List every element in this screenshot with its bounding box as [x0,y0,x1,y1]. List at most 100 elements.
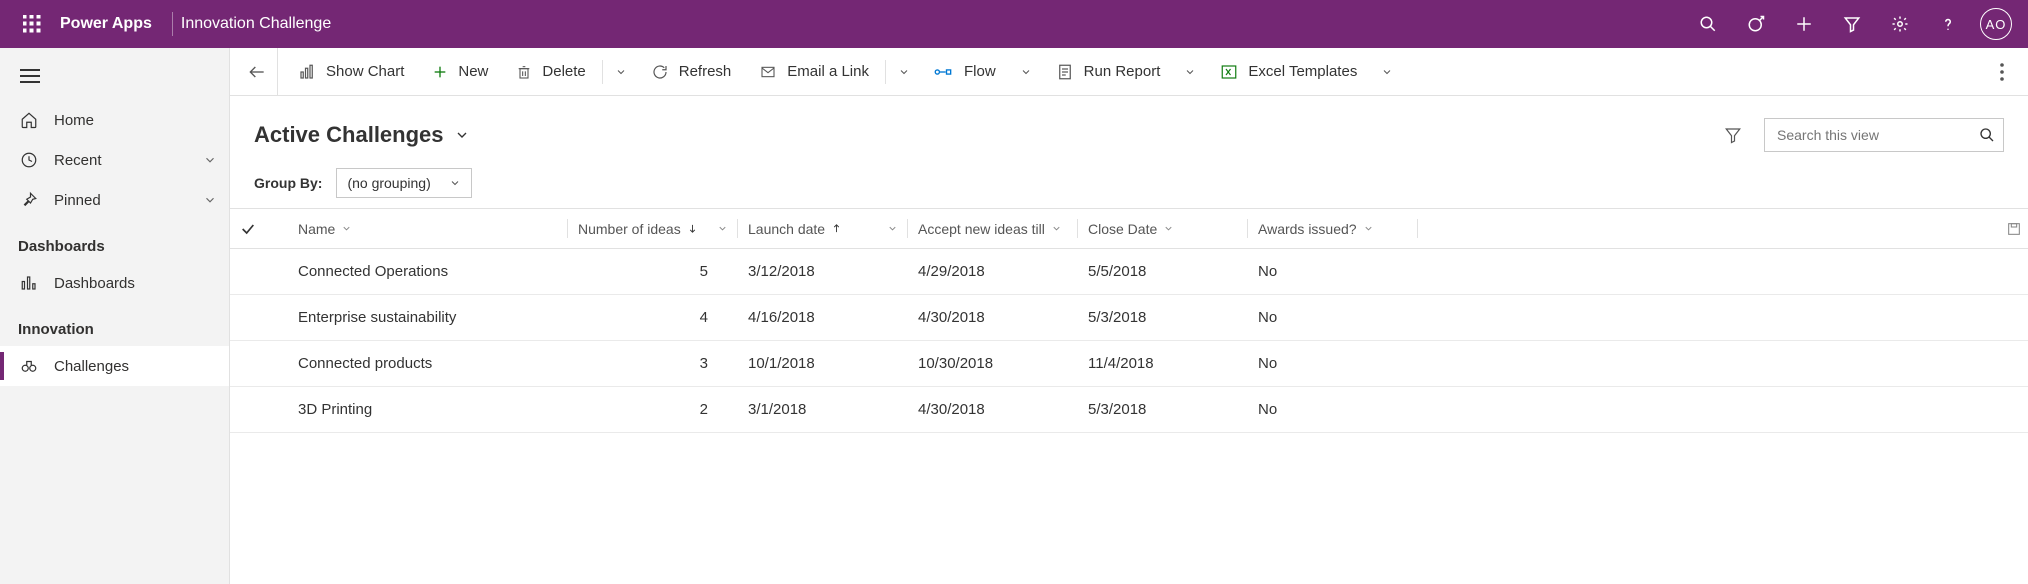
help-icon [1939,15,1957,33]
filter-button[interactable] [1828,0,1876,48]
sidebar-section-innovation: Innovation [0,303,229,346]
email-dropdown[interactable] [888,48,920,96]
check-icon [240,221,256,237]
email-link-button[interactable]: Email a Link [745,48,883,96]
table-row[interactable]: Enterprise sustainability44/16/20184/30/… [230,295,2028,341]
more-vertical-icon [2000,63,2004,81]
table-row[interactable]: Connected Operations53/12/20184/29/20185… [230,249,2028,295]
top-header: Power Apps Innovation Challenge AO [0,0,2028,48]
search-submit[interactable] [1979,127,1995,143]
add-button[interactable] [1780,0,1828,48]
cell-spacer [1418,387,2028,433]
delete-button[interactable]: Delete [502,48,599,96]
column-header-accept[interactable]: Accept new ideas till [908,209,1078,249]
sidebar-item-dashboards[interactable]: Dashboards [0,263,229,303]
table-row[interactable]: Connected products310/1/201810/30/201811… [230,341,2028,387]
cell-ideas: 4 [568,295,738,341]
cell-launch: 3/12/2018 [738,249,908,295]
row-selector[interactable] [230,341,278,387]
column-header-name[interactable]: Name [278,209,568,249]
excel-templates-button[interactable]: Excel Templates [1206,48,1371,96]
separator [602,60,603,84]
flow-dropdown[interactable] [1010,48,1042,96]
column-chooser-button[interactable] [2006,221,2022,237]
column-header-ideas[interactable]: Number of ideas [568,209,738,249]
home-icon [20,111,44,129]
cell-launch: 4/16/2018 [738,295,908,341]
command-bar: Show Chart New Delete Refresh Email a Li… [230,48,2028,96]
search-icon [1699,15,1717,33]
sidebar-item-challenges[interactable]: Challenges [0,346,229,386]
cell-ideas: 5 [568,249,738,295]
excel-icon [1220,63,1238,81]
chart-icon [298,63,316,81]
breadcrumb: Innovation Challenge [181,15,331,33]
sidebar-item-home[interactable]: Home [0,100,229,140]
search-this-view[interactable] [1764,118,2004,152]
row-selector[interactable] [230,249,278,295]
sort-desc-icon [687,223,698,234]
search-input[interactable] [1777,127,1979,143]
cell-name: Enterprise sustainability [278,295,568,341]
column-label: Number of ideas [578,221,681,237]
chevron-down-icon [454,127,470,143]
data-grid: Name Number of ideas [230,208,2028,584]
column-label: Awards issued? [1258,221,1357,237]
chevron-down-icon [341,223,352,234]
funnel-icon [1843,15,1861,33]
chevron-down-icon [1163,223,1174,234]
delete-dropdown[interactable] [605,48,637,96]
waffle-icon [23,15,41,33]
plus-icon [1795,15,1813,33]
app-launcher-button[interactable] [8,15,56,33]
back-button[interactable] [236,48,278,96]
row-selector[interactable] [230,387,278,433]
cell-accept: 4/30/2018 [908,295,1078,341]
search-icon [1979,127,1995,143]
column-select-all[interactable] [230,209,278,249]
view-filter-button[interactable] [1718,120,1748,150]
column-header-launch[interactable]: Launch date [738,209,908,249]
row-selector[interactable] [230,295,278,341]
help-button[interactable] [1924,0,1972,48]
task-button[interactable] [1732,0,1780,48]
cell-accept: 10/30/2018 [908,341,1078,387]
user-avatar[interactable]: AO [1980,8,2012,40]
column-header-awards[interactable]: Awards issued? [1248,209,1418,249]
content-area: Show Chart New Delete Refresh Email a Li… [230,48,2028,584]
flow-icon [934,64,954,80]
cell-close: 11/4/2018 [1078,341,1248,387]
cell-close: 5/3/2018 [1078,387,1248,433]
command-overflow[interactable] [1982,63,2022,81]
plus-icon [432,64,448,80]
cmd-label: Email a Link [787,63,869,80]
sidebar-item-pinned[interactable]: Pinned [0,180,229,220]
column-spacer [1418,209,2028,249]
group-by-value: (no grouping) [347,175,430,191]
chevron-down-icon [203,153,217,167]
group-by-select[interactable]: (no grouping) [336,168,471,198]
column-header-close[interactable]: Close Date [1078,209,1248,249]
refresh-button[interactable]: Refresh [637,48,746,96]
sidebar-item-recent[interactable]: Recent [0,140,229,180]
run-report-button[interactable]: Run Report [1042,48,1175,96]
sidebar-item-label: Challenges [54,358,217,375]
report-icon [1056,63,1074,81]
save-icon [2006,221,2022,237]
cell-launch: 10/1/2018 [738,341,908,387]
show-chart-button[interactable]: Show Chart [284,48,418,96]
run-report-dropdown[interactable] [1174,48,1206,96]
new-button[interactable]: New [418,48,502,96]
view-selector-dropdown[interactable] [454,127,470,143]
flow-button[interactable]: Flow [920,48,1010,96]
table-row[interactable]: 3D Printing23/1/20184/30/20185/3/2018No [230,387,2028,433]
clock-icon [20,151,44,169]
search-button[interactable] [1684,0,1732,48]
settings-button[interactable] [1876,0,1924,48]
hamburger-icon [20,69,40,83]
cell-name: Connected Operations [278,249,568,295]
excel-dropdown[interactable] [1371,48,1403,96]
app-name[interactable]: Power Apps [56,15,164,33]
sidebar-toggle[interactable] [0,52,229,100]
binoculars-icon [20,357,44,375]
